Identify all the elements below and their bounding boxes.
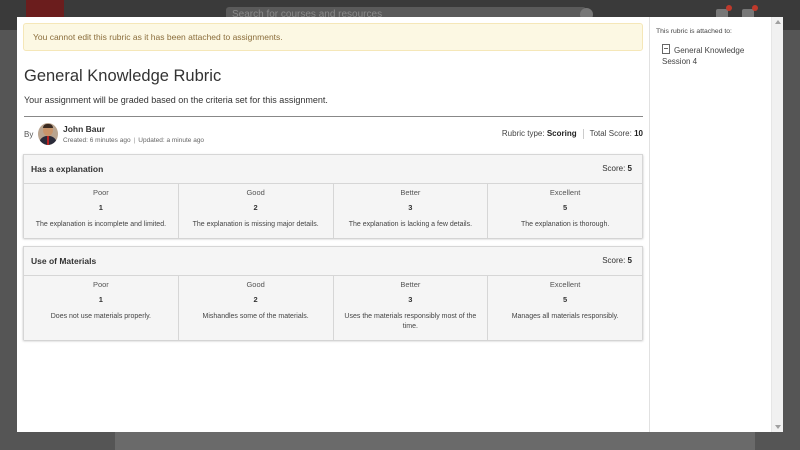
total-score-label: Total Score: [589, 129, 632, 139]
level-name: Better [400, 188, 421, 197]
level-name: Excellent [549, 188, 581, 197]
rubric-type-value: Scoring [546, 129, 577, 139]
attachments-title: This rubric is attached to: [656, 28, 732, 35]
criterion-header: Use of Materials Score: 5 [24, 247, 642, 276]
updated-time: Updated: a minute ago [138, 137, 205, 144]
level-description: The explanation is lacking a few details… [348, 221, 473, 228]
divider [24, 116, 643, 117]
rubric-timestamps: Created: 6 minutes ago | Updated: a minute… [63, 137, 205, 144]
criterion-score-value: 5 [627, 256, 632, 265]
criterion-levels: Poor 1 Does not use materials properly. … [24, 276, 642, 340]
level-description: The explanation is thorough. [520, 221, 610, 228]
author-name[interactable]: John Baur [63, 124, 105, 134]
attachments-sidebar: This rubric is attached to: General Know… [649, 17, 772, 432]
level-cell: Excellent 5 Manages all materials respon… [488, 276, 642, 340]
level-points: 2 [253, 203, 258, 212]
level-points: 1 [98, 295, 103, 304]
level-cell: Poor 1 The explanation is incomplete and… [24, 184, 179, 238]
by-label: By [24, 130, 34, 139]
level-name: Poor [92, 280, 109, 289]
level-cell: Better 3 The explanation is lacking a fe… [333, 184, 489, 238]
level-cell: Better 3 Uses the materials responsibly … [333, 276, 489, 340]
document-icon [662, 44, 670, 54]
criterion-score-label: Score: [602, 256, 626, 265]
level-points: 1 [98, 203, 103, 212]
level-name: Better [400, 280, 421, 289]
attachment-link[interactable]: General Knowledge Session 4 [662, 44, 760, 67]
author-avatar [38, 123, 58, 145]
criterion-score: Score: 5 [602, 256, 632, 265]
level-description: Manages all materials responsibly. [511, 313, 619, 320]
level-cell: Poor 1 Does not use materials properly. [24, 276, 179, 340]
criterion-score-value: 5 [627, 164, 632, 173]
level-points: 3 [408, 203, 413, 212]
total-score-value: 10 [634, 129, 643, 139]
rubric-description: Your assignment will be graded based on … [24, 95, 328, 105]
scroll-up-arrow-icon[interactable] [775, 20, 781, 24]
created-time: Created: 6 minutes ago [63, 137, 131, 144]
level-name: Poor [92, 188, 109, 197]
criterion-score-label: Score: [602, 164, 626, 173]
criterion-score: Score: 5 [602, 164, 632, 173]
background-cart-badge [752, 5, 758, 11]
background-notification-badge [726, 5, 732, 11]
criterion-header: Has a explanation Score: 5 [24, 155, 642, 184]
criterion-card: Use of Materials Score: 5 Poor 1 Does no… [23, 246, 643, 340]
level-points: 5 [563, 295, 568, 304]
level-cell: Excellent 5 The explanation is thorough. [488, 184, 642, 238]
level-description: The explanation is missing major details… [192, 221, 319, 228]
level-cell: Good 2 Mishandles some of the materials. [178, 276, 334, 340]
criterion-title: Use of Materials [31, 256, 97, 266]
locked-warning-alert: You cannot edit this rubric as it has be… [23, 23, 643, 51]
criterion-card: Has a explanation Score: 5 Poor 1 The ex… [23, 154, 643, 238]
level-cell: Good 2 The explanation is missing major … [178, 184, 334, 238]
rubric-title: General Knowledge Rubric [24, 67, 222, 85]
level-description: Uses the materials responsibly most of t… [344, 313, 477, 330]
level-points: 2 [253, 295, 258, 304]
rubric-modal: You cannot edit this rubric as it has be… [17, 17, 783, 432]
rubric-main: You cannot edit this rubric as it has be… [17, 17, 649, 432]
level-name: Good [246, 188, 265, 197]
level-name: Excellent [549, 280, 581, 289]
scroll-down-arrow-icon[interactable] [775, 425, 781, 429]
level-name: Good [246, 280, 265, 289]
attachment-label: General Knowledge Session 4 [662, 46, 745, 66]
level-points: 5 [563, 203, 568, 212]
modal-scrollbar[interactable] [771, 17, 783, 432]
level-description: Does not use materials properly. [50, 313, 151, 320]
level-description: Mishandles some of the materials. [202, 313, 309, 320]
rubric-type-label: Rubric type: [501, 129, 545, 139]
rubric-type-info: Rubric type: Scoring Total Score: 10 [502, 129, 643, 139]
criterion-levels: Poor 1 The explanation is incomplete and… [24, 184, 642, 238]
level-description: The explanation is incomplete and limite… [35, 221, 167, 228]
criterion-title: Has a explanation [31, 164, 104, 174]
level-points: 3 [408, 295, 413, 304]
